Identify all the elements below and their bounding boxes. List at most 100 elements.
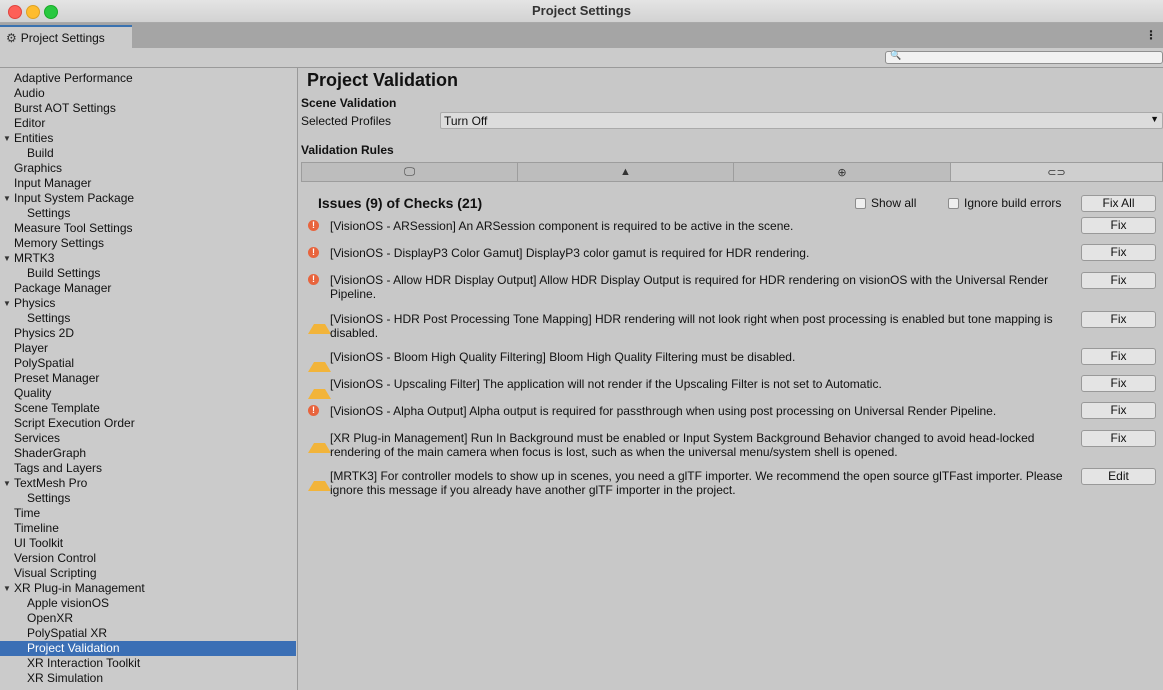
expand-arrow-icon[interactable]: ▼ <box>3 131 11 146</box>
sidebar-item[interactable]: Preset Manager <box>0 371 296 386</box>
sidebar-item[interactable]: Memory Settings <box>0 236 296 251</box>
sidebar-item-label: Settings <box>27 491 71 505</box>
sidebar-item[interactable]: Audio <box>0 86 296 101</box>
more-options-icon[interactable]: ⋮ <box>1145 28 1157 42</box>
sidebar-item[interactable]: Time <box>0 506 296 521</box>
sidebar-item[interactable]: ▼ XR Plug-in Management <box>0 581 296 596</box>
fix-button[interactable]: Fix <box>1081 311 1156 328</box>
page-title: Project Validation <box>307 70 459 90</box>
sidebar-item[interactable]: Build <box>0 146 296 161</box>
sidebar-item[interactable]: Tags and Layers <box>0 461 296 476</box>
sidebar-item[interactable]: Scene Template <box>0 401 296 416</box>
expand-arrow-icon[interactable]: ▼ <box>3 296 11 311</box>
edit-button[interactable]: Edit <box>1081 468 1156 485</box>
search-input[interactable]: 🔍 <box>885 50 1163 64</box>
sidebar-item[interactable]: Settings <box>0 311 296 326</box>
sidebar-item-label: Audio <box>14 86 45 100</box>
sidebar-item-label: PolySpatial <box>14 356 75 370</box>
sidebar-item[interactable]: PolySpatial XR <box>0 626 296 641</box>
sidebar-item[interactable]: Visual Scripting <box>0 566 296 581</box>
search-row: 🔍 <box>0 48 1163 68</box>
issue-text: [MRTK3] For controller models to show up… <box>330 469 1063 497</box>
fix-button[interactable]: Fix <box>1081 348 1156 365</box>
issues-header: Issues (9) of Checks (21) <box>318 195 483 211</box>
sidebar-item[interactable]: Graphics <box>0 161 296 176</box>
sidebar-item[interactable]: ▼ TextMesh Pro <box>0 476 296 491</box>
sidebar-item[interactable]: ▼ Physics <box>0 296 296 311</box>
sidebar-item[interactable]: Package Manager <box>0 281 296 296</box>
sidebar-item[interactable]: Settings <box>0 491 296 506</box>
sidebar-item-label: Memory Settings <box>14 236 105 250</box>
sidebar-item[interactable]: Services <box>0 431 296 446</box>
issue-text: [VisionOS - Upscaling Filter] The applic… <box>330 377 882 391</box>
sidebar-item-label: Burst AOT Settings <box>14 101 116 115</box>
sidebar-item[interactable]: Settings <box>0 206 296 221</box>
sidebar-item-label: Scene Template <box>14 401 100 415</box>
fix-button[interactable]: Fix <box>1081 375 1156 392</box>
platform-tab[interactable]: 🖵 <box>302 163 518 181</box>
sidebar-item[interactable]: Build Settings <box>0 266 296 281</box>
sidebar-item-label: Settings <box>27 206 71 220</box>
sidebar-item-label: ShaderGraph <box>14 446 87 460</box>
sidebar-item[interactable]: Player <box>0 341 296 356</box>
sidebar-item-label: Package Manager <box>14 281 112 295</box>
sidebar-item[interactable]: ▼ Input System Package <box>0 191 296 206</box>
sidebar-item[interactable]: Script Execution Order <box>0 416 296 431</box>
sidebar-item[interactable]: Timeline <box>0 521 296 536</box>
gear-icon: ⚙ <box>6 30 17 45</box>
expand-arrow-icon[interactable]: ▼ <box>3 251 11 266</box>
globe-icon: ⊕ <box>837 166 847 179</box>
sidebar-item[interactable]: Editor <box>0 116 296 131</box>
sidebar-item[interactable]: Apple visionOS <box>0 596 296 611</box>
expand-arrow-icon[interactable]: ▼ <box>3 476 11 491</box>
sidebar-item[interactable]: Project Validation <box>0 641 296 656</box>
sidebar-item[interactable]: Physics 2D <box>0 326 296 341</box>
tab-label: Project Settings <box>20 30 105 45</box>
error-icon: ! <box>308 405 319 416</box>
sidebar-item[interactable]: XR Simulation <box>0 671 296 686</box>
sidebar-item-label: Tags and Layers <box>14 461 103 475</box>
platform-tab[interactable]: ▲ <box>518 163 734 181</box>
fix-button[interactable]: Fix <box>1081 402 1156 419</box>
fix-button[interactable]: Fix <box>1081 430 1156 447</box>
sidebar-item[interactable]: XR Interaction Toolkit <box>0 656 296 671</box>
fix-button[interactable]: Fix <box>1081 244 1156 261</box>
issue-text: [VisionOS - ARSession] An ARSession comp… <box>330 219 794 233</box>
sidebar-item[interactable]: PolySpatial <box>0 356 296 371</box>
ignore-build-errors-label: Ignore build errors <box>964 196 1062 210</box>
sidebar-item[interactable]: UI Toolkit <box>0 536 296 551</box>
title-bar: Project Settings <box>0 0 1163 23</box>
sidebar-item-label: TextMesh Pro <box>14 476 88 490</box>
expand-arrow-icon[interactable]: ▼ <box>3 581 11 596</box>
platform-tab[interactable]: ⊂⊃ <box>951 163 1162 181</box>
tab-project-settings[interactable]: ⚙ Project Settings <box>0 25 132 48</box>
issue-text: [VisionOS - DisplayP3 Color Gamut] Displ… <box>330 246 810 260</box>
ignore-build-errors-checkbox[interactable]: Ignore build errors <box>948 196 1061 210</box>
fix-button[interactable]: Fix <box>1081 272 1156 289</box>
sidebar-item[interactable]: Measure Tool Settings <box>0 221 296 236</box>
fix-all-button[interactable]: Fix All <box>1081 195 1156 212</box>
sidebar-item[interactable]: Quality <box>0 386 296 401</box>
sidebar-item[interactable]: ▼ Entities <box>0 131 296 146</box>
sidebar-item[interactable]: ▼ MRTK3 <box>0 251 296 266</box>
sidebar-item-label: Input Manager <box>14 176 92 190</box>
expand-arrow-icon[interactable]: ▼ <box>3 191 11 206</box>
scene-validation-heading: Scene Validation <box>301 96 397 110</box>
sidebar-item-label: PolySpatial XR <box>27 626 108 640</box>
fix-button[interactable]: Fix <box>1081 217 1156 234</box>
platform-tab[interactable]: ⊕ <box>734 163 951 181</box>
selected-profiles-label: Selected Profiles <box>301 114 392 128</box>
sidebar-item[interactable]: ShaderGraph <box>0 446 296 461</box>
sidebar-item-label: Editor <box>14 116 46 130</box>
sidebar-item[interactable]: OpenXR <box>0 611 296 626</box>
tab-strip: ⚙ Project Settings ⋮ <box>0 23 1163 48</box>
checkbox-box[interactable] <box>948 197 959 209</box>
sidebar-item[interactable]: Input Manager <box>0 176 296 191</box>
warning-icon <box>308 470 331 491</box>
checkbox-box[interactable] <box>855 197 866 209</box>
sidebar-item[interactable]: Burst AOT Settings <box>0 101 296 116</box>
selected-profiles-dropdown[interactable]: Turn Off ▼ <box>440 112 1163 129</box>
sidebar-item[interactable]: Version Control <box>0 551 296 566</box>
sidebar-item[interactable]: Adaptive Performance <box>0 71 296 86</box>
show-all-checkbox[interactable]: Show all <box>855 196 916 210</box>
